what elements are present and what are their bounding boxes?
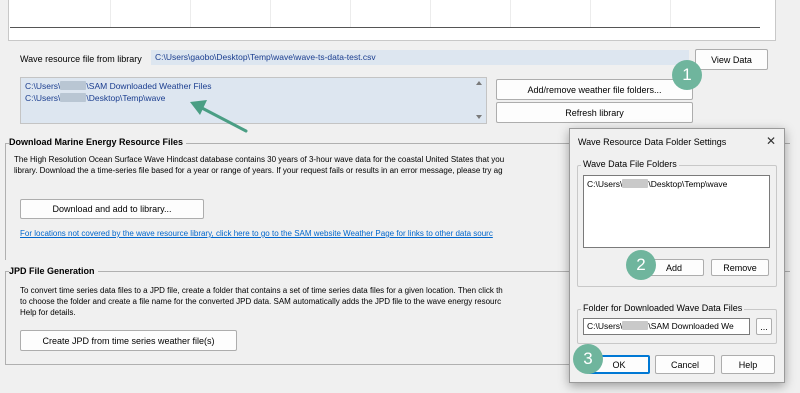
folder-settings-dialog: Wave Resource Data Folder Settings ✕ Wav…: [569, 128, 785, 383]
list-item-prefix: C:\Users\: [587, 179, 623, 189]
download-section-frame: [5, 143, 6, 260]
dialog-help-button[interactable]: Help: [721, 355, 775, 374]
list-item-suffix: \SAM Downloaded Weather Files: [86, 81, 212, 91]
browse-button[interactable]: ...: [756, 318, 772, 335]
jpd-desc-line3: Help for details.: [20, 308, 76, 317]
jpd-desc-line1: To convert time series data files to a J…: [20, 286, 503, 295]
download-add-library-button[interactable]: Download and add to library...: [20, 199, 204, 219]
dialog-title: Wave Resource Data Folder Settings: [578, 137, 727, 147]
refresh-label: Refresh library: [565, 107, 624, 118]
create-jpd-button[interactable]: Create JPD from time series weather file…: [20, 330, 237, 351]
jpd-section-bottom: [5, 364, 570, 365]
browse-label: ...: [760, 321, 768, 332]
refresh-library-button[interactable]: Refresh library: [496, 102, 693, 123]
download-desc-line1: The High Resolution Ocean Surface Wave H…: [14, 155, 505, 164]
redacted-username: [60, 81, 87, 90]
remove-label: Remove: [723, 262, 757, 273]
dialog-cancel-button[interactable]: Cancel: [655, 355, 715, 374]
download-folder-path-field[interactable]: C:\Users\ \SAM Downloaded We: [583, 318, 750, 335]
step-badge-1: 1: [672, 60, 702, 90]
add-label: Add: [665, 262, 682, 273]
list-item-prefix: C:\Users\: [25, 81, 61, 91]
redacted-username: [60, 93, 87, 102]
cancel-label: Cancel: [670, 359, 699, 370]
download-folder-group-label: Folder for Downloaded Wave Data Files: [581, 303, 745, 313]
download-section-title: Download Marine Energy Resource Files: [9, 137, 187, 147]
wave-file-label: Wave resource file from library: [20, 54, 142, 64]
list-item-prefix: C:\Users\: [25, 93, 61, 103]
scroll-up-icon[interactable]: [476, 81, 482, 85]
jpd-section-title: JPD File Generation: [9, 266, 98, 276]
dialog-remove-button[interactable]: Remove: [711, 259, 769, 276]
wave-folders-group-label: Wave Data File Folders: [581, 159, 679, 169]
wave-file-path-text: C:\Users\gaobo\Desktop\Temp\wave\wave-ts…: [155, 52, 376, 62]
download-button-label: Download and add to library...: [52, 204, 172, 214]
redacted-username: [622, 321, 649, 330]
add-remove-label: Add/remove weather file folders...: [527, 84, 662, 95]
step-badge-2: 2: [626, 250, 656, 280]
path-suffix: \SAM Downloaded We: [648, 321, 734, 331]
help-label: Help: [738, 359, 758, 370]
arrow-annotation-icon: [190, 100, 248, 133]
list-item-suffix: \Desktop\Temp\wave: [86, 93, 166, 103]
close-icon[interactable]: ✕: [766, 134, 776, 148]
redacted-username: [622, 179, 649, 188]
view-data-button[interactable]: View Data: [695, 49, 768, 70]
weather-page-link[interactable]: For locations not covered by the wave re…: [20, 228, 568, 239]
chart-gridlines: [10, 0, 770, 28]
view-data-label: View Data: [711, 54, 752, 65]
add-remove-folders-button[interactable]: Add/remove weather file folders...: [496, 79, 693, 100]
step-badge-3: 3: [573, 344, 603, 374]
list-item[interactable]: C:\Users\ \Desktop\Temp\wave: [587, 179, 727, 189]
dialog-folders-list[interactable]: C:\Users\ \Desktop\Temp\wave: [583, 175, 770, 248]
list-item[interactable]: C:\Users\ \Desktop\Temp\wave: [25, 93, 165, 103]
download-desc-line2: library. Download the a time-series file…: [14, 166, 503, 175]
list-item-suffix: \Desktop\Temp\wave: [648, 179, 728, 189]
ok-label: OK: [612, 359, 626, 370]
create-jpd-label: Create JPD from time series weather file…: [42, 335, 215, 346]
wave-file-path-field[interactable]: C:\Users\gaobo\Desktop\Temp\wave\wave-ts…: [151, 50, 689, 65]
path-prefix: C:\Users\: [587, 321, 623, 331]
jpd-section-frame: [5, 271, 6, 364]
scroll-down-icon[interactable]: [476, 115, 482, 119]
list-item[interactable]: C:\Users\ \SAM Downloaded Weather Files: [25, 81, 211, 91]
list-scrollbar[interactable]: [473, 78, 486, 123]
jpd-desc-line2: to choose the folder and create a file n…: [20, 297, 502, 306]
